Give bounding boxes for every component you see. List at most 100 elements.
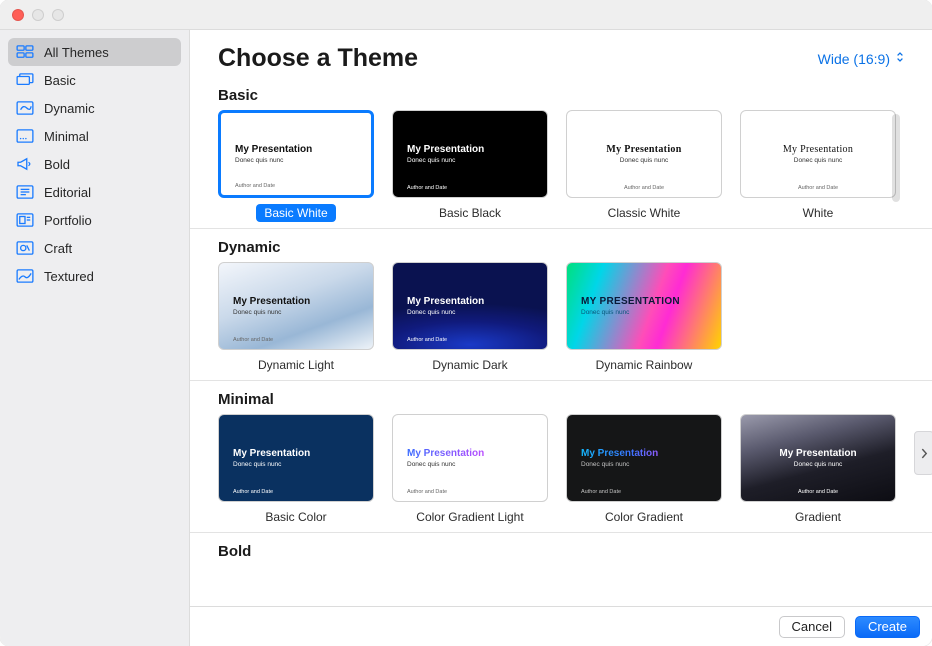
section-title: Minimal — [218, 391, 904, 408]
theme-thumbnail: My Presentation Donec quis nunc Author a… — [392, 262, 548, 350]
theme-label: Dynamic Rainbow — [588, 356, 701, 374]
theme-thumbnail: MY PRESENTATION Donec quis nunc — [566, 262, 722, 350]
thumb-footer: Author and Date — [567, 185, 721, 191]
dynamic-icon — [16, 100, 34, 116]
thumb-footer: Author and Date — [741, 185, 895, 191]
create-button[interactable]: Create — [855, 616, 920, 638]
thumb-subtitle: Donec quis nunc — [755, 461, 881, 468]
thumb-subtitle: Donec quis nunc — [407, 461, 533, 468]
theme-thumbnail: My Presentation Donec quis nunc Author a… — [392, 110, 548, 198]
theme-label: Basic Black — [431, 204, 509, 222]
sidebar-item-label: Basic — [44, 73, 76, 88]
theme-item-basic-color[interactable]: My Presentation Donec quis nunc Author a… — [218, 414, 374, 526]
thumb-subtitle: Donec quis nunc — [233, 461, 359, 468]
window-close-button[interactable] — [12, 9, 24, 21]
sidebar-item-label: All Themes — [44, 45, 109, 60]
theme-thumbnail: My Presentation Donec quis nunc Author a… — [740, 110, 896, 198]
caption-icon — [16, 128, 34, 144]
aspect-ratio-label: Wide (16:9) — [818, 51, 890, 67]
theme-label: Color Gradient Light — [408, 508, 531, 526]
thumb-footer: Author and Date — [407, 489, 447, 495]
thumb-footer: Author and Date — [741, 489, 895, 495]
theme-row-dynamic: My Presentation Donec quis nunc Author a… — [218, 262, 904, 374]
section-minimal: Minimal My Presentation Donec quis nunc … — [190, 381, 932, 532]
horizontal-scrollbar-thumb[interactable] — [892, 114, 900, 202]
thumb-subtitle: Donec quis nunc — [233, 309, 359, 316]
sidebar-item-bold[interactable]: Bold — [8, 150, 181, 178]
portfolio-icon — [16, 212, 34, 228]
theme-item-classic-white[interactable]: My Presentation Donec quis nunc Author a… — [566, 110, 722, 222]
craft-icon — [16, 240, 34, 256]
scroll-right-button[interactable] — [914, 431, 932, 475]
sidebar-item-editorial[interactable]: Editorial — [8, 178, 181, 206]
theme-label: White — [795, 204, 842, 222]
sidebar-item-all-themes[interactable]: All Themes — [8, 38, 181, 66]
cancel-button[interactable]: Cancel — [779, 616, 845, 638]
sidebar-item-craft[interactable]: Craft — [8, 234, 181, 262]
sidebar-item-label: Textured — [44, 269, 94, 284]
sidebar-item-minimal[interactable]: Minimal — [8, 122, 181, 150]
theme-thumbnail: My Presentation Donec quis nunc Author a… — [392, 414, 548, 502]
aspect-ratio-picker[interactable]: Wide (16:9) — [818, 51, 904, 67]
theme-label: Classic White — [600, 204, 689, 222]
section-basic: Basic My Presentation Donec quis nunc Au… — [190, 77, 932, 228]
footer: Cancel Create — [190, 606, 932, 646]
thumb-footer: Author and Date — [235, 183, 275, 189]
thumb-subtitle: Donec quis nunc — [235, 157, 357, 164]
section-title: Bold — [218, 543, 904, 560]
editorial-icon — [16, 184, 34, 200]
theme-item-basic-white[interactable]: My Presentation Donec quis nunc Author a… — [218, 110, 374, 222]
theme-thumbnail: My Presentation Donec quis nunc Author a… — [218, 110, 374, 198]
theme-item-gradient[interactable]: My Presentation Donec quis nunc Author a… — [740, 414, 896, 526]
section-title: Basic — [218, 87, 904, 104]
thumb-footer: Author and Date — [581, 489, 621, 495]
section-bold: Bold — [190, 533, 932, 560]
sidebar-item-basic[interactable]: Basic — [8, 66, 181, 94]
theme-scroll-area[interactable]: Basic My Presentation Donec quis nunc Au… — [190, 77, 932, 606]
sidebar-item-label: Craft — [44, 241, 72, 256]
theme-item-dynamic-rainbow[interactable]: MY PRESENTATION Donec quis nunc Dynamic … — [566, 262, 722, 374]
theme-label: Dynamic Dark — [424, 356, 515, 374]
theme-chooser-window: All Themes Basic Dynamic Minimal — [0, 0, 932, 646]
theme-item-dynamic-light[interactable]: My Presentation Donec quis nunc Author a… — [218, 262, 374, 374]
thumb-title: My Presentation — [755, 144, 881, 155]
sidebar-item-label: Editorial — [44, 185, 91, 200]
page-title: Choose a Theme — [218, 44, 418, 73]
thumb-subtitle: Donec quis nunc — [755, 157, 881, 164]
sidebar-item-label: Portfolio — [44, 213, 92, 228]
thumb-footer: Author and Date — [407, 337, 447, 343]
grid-icon — [16, 44, 34, 60]
theme-thumbnail: My Presentation Donec quis nunc Author a… — [218, 414, 374, 502]
sidebar-item-portfolio[interactable]: Portfolio — [8, 206, 181, 234]
main: Choose a Theme Wide (16:9) Basic My Pr — [190, 30, 932, 646]
window-zoom-button[interactable] — [52, 9, 64, 21]
theme-item-color-gradient-light[interactable]: My Presentation Donec quis nunc Author a… — [392, 414, 548, 526]
theme-thumbnail: My Presentation Donec quis nunc Author a… — [218, 262, 374, 350]
thumb-subtitle: Donec quis nunc — [407, 309, 533, 316]
chevron-updown-icon — [896, 51, 904, 66]
theme-item-color-gradient[interactable]: My Presentation Donec quis nunc Author a… — [566, 414, 722, 526]
button-label: Cancel — [792, 619, 832, 634]
thumb-footer: Author and Date — [233, 337, 273, 343]
theme-item-dynamic-dark[interactable]: My Presentation Donec quis nunc Author a… — [392, 262, 548, 374]
theme-thumbnail: My Presentation Donec quis nunc Author a… — [566, 110, 722, 198]
thumb-title: MY PRESENTATION — [581, 296, 707, 307]
thumb-title: My Presentation — [407, 144, 533, 155]
theme-label: Dynamic Light — [250, 356, 342, 374]
thumb-footer: Author and Date — [407, 185, 447, 191]
theme-item-basic-black[interactable]: My Presentation Donec quis nunc Author a… — [392, 110, 548, 222]
section-dynamic: Dynamic My Presentation Donec quis nunc … — [190, 229, 932, 380]
theme-item-white[interactable]: My Presentation Donec quis nunc Author a… — [740, 110, 896, 222]
window-titlebar — [0, 0, 932, 30]
window-minimize-button[interactable] — [32, 9, 44, 21]
sidebar-item-dynamic[interactable]: Dynamic — [8, 94, 181, 122]
sidebar-item-label: Dynamic — [44, 101, 95, 116]
thumb-footer: Author and Date — [233, 489, 273, 495]
thumb-subtitle: Donec quis nunc — [581, 309, 707, 316]
thumb-title: My Presentation — [755, 448, 881, 459]
sidebar-item-textured[interactable]: Textured — [8, 262, 181, 290]
button-label: Create — [868, 619, 907, 634]
thumb-title: My Presentation — [233, 448, 359, 459]
sidebar-item-label: Minimal — [44, 129, 89, 144]
thumb-title: My Presentation — [407, 296, 533, 307]
